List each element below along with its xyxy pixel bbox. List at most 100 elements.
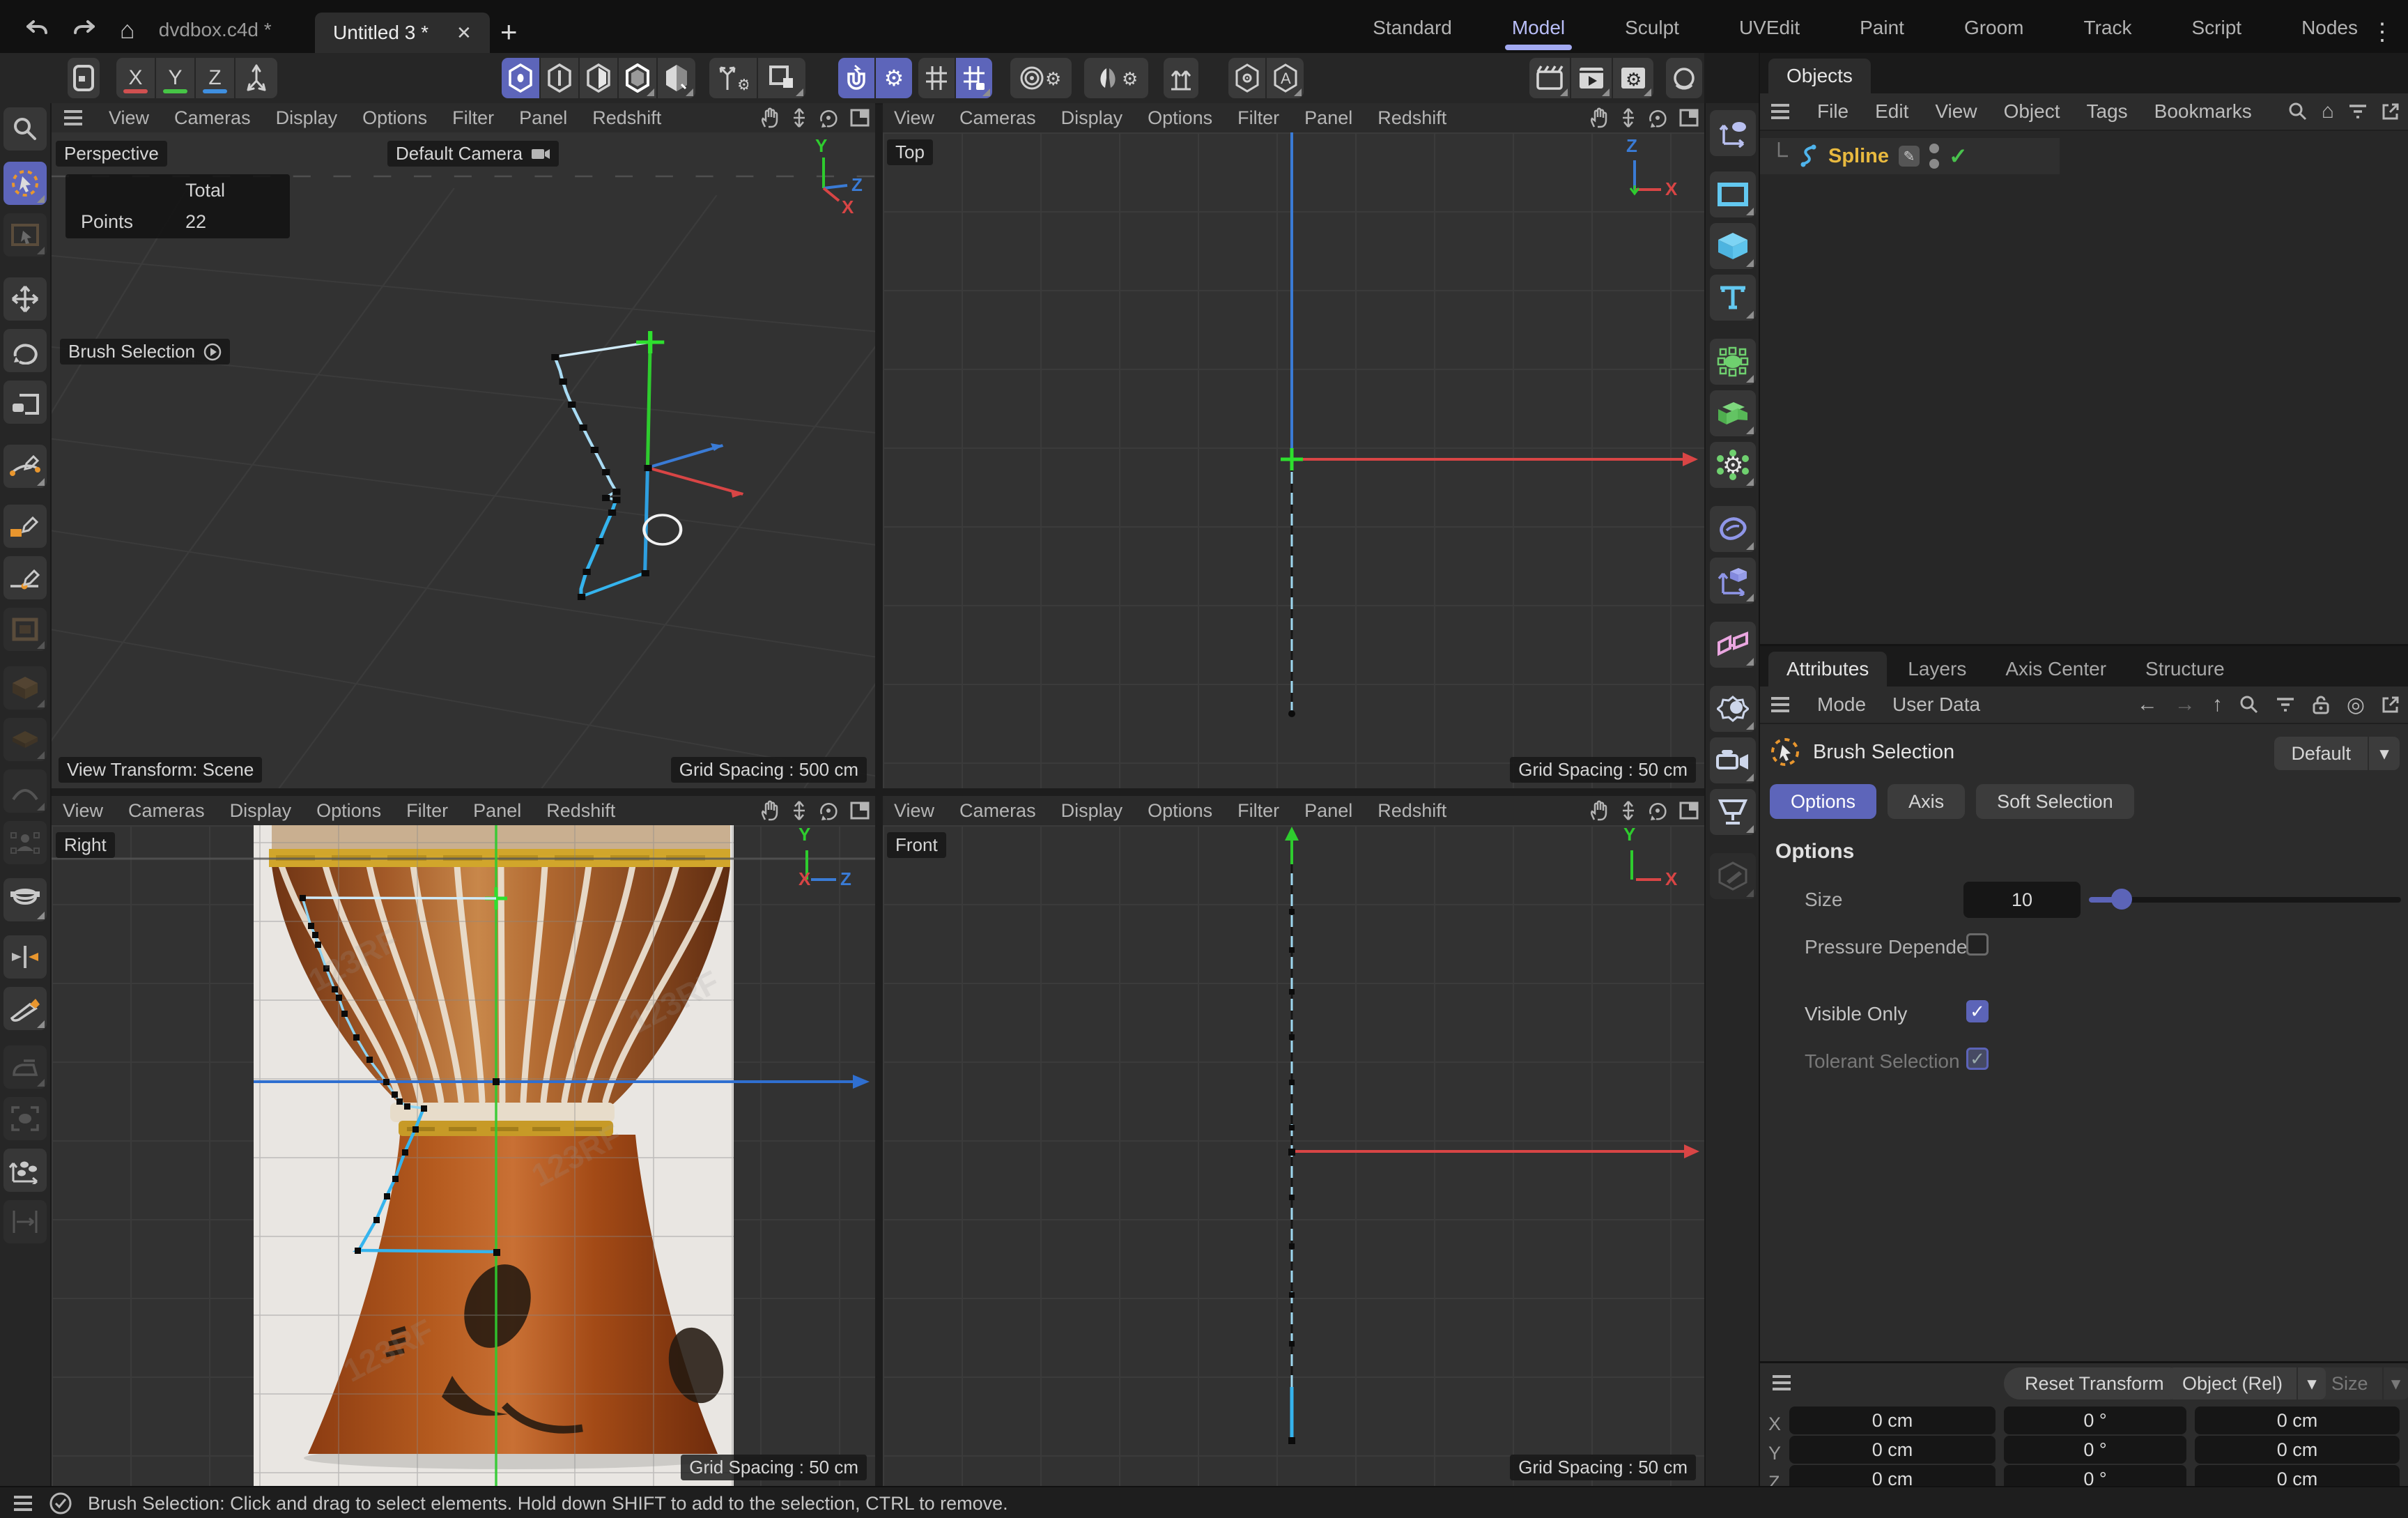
menu-filter[interactable]: Filter <box>1237 107 1279 129</box>
workspace-tab-sculpt[interactable]: Sculpt <box>1621 17 1683 39</box>
tab-layers[interactable]: Layers <box>1890 652 1984 687</box>
size-slider-track[interactable] <box>2089 897 2401 903</box>
workspace-tab-paint[interactable]: Paint <box>1855 17 1908 39</box>
reset-transform-button[interactable]: Reset Transform <box>2004 1367 2185 1400</box>
viewport-layout-button[interactable] <box>68 58 100 98</box>
menu-options[interactable]: Options <box>1148 800 1212 822</box>
orbit-icon[interactable] <box>1647 800 1668 821</box>
coord-y-position[interactable]: 0 cm <box>1789 1436 1996 1464</box>
tube-sweep-tool-button[interactable] <box>3 878 47 921</box>
menu-hamburger-icon[interactable] <box>1770 696 1791 713</box>
menu-filter[interactable]: Filter <box>406 800 448 822</box>
scale-tool-button[interactable] <box>3 381 47 424</box>
camera-object-button[interactable] <box>1710 737 1756 783</box>
coord-x-scale[interactable]: 0 cm <box>2195 1406 2400 1434</box>
field-object-button[interactable]: ⚙ <box>1710 442 1756 488</box>
menu-display[interactable]: Display <box>1061 800 1123 822</box>
workspace-tab-track[interactable]: Track <box>2080 17 2136 39</box>
size-mode-arrow[interactable]: ▾ <box>2382 1367 2408 1400</box>
find-tool-button[interactable] <box>3 107 47 151</box>
history-forward-icon[interactable]: → <box>2175 693 2195 716</box>
coord-y-scale[interactable]: 0 cm <box>2195 1436 2400 1464</box>
quantize-lock-button[interactable] <box>956 58 992 98</box>
status-menu-icon[interactable] <box>13 1495 33 1512</box>
primitive-plane-button[interactable] <box>3 718 47 761</box>
menu-view[interactable]: View <box>109 107 149 129</box>
edges-mode-button[interactable] <box>541 58 578 98</box>
preset-dropdown[interactable]: Default ▾ <box>2274 737 2400 770</box>
snap-settings-button[interactable]: ⚙ <box>876 58 912 98</box>
perspective-canvas[interactable]: Perspective Default Camera Total Points … <box>52 132 875 788</box>
symmetry-button[interactable]: ⚙ <box>1084 58 1148 98</box>
menu-panel[interactable]: Panel <box>1304 107 1352 129</box>
visible-only-checkbox[interactable]: ✓ <box>1966 1000 1989 1022</box>
texture-mode-button[interactable] <box>658 58 695 98</box>
rotate-tool-button[interactable] <box>3 329 47 372</box>
spline-smooth-tool-button[interactable] <box>3 556 47 599</box>
object-tree[interactable]: Spline ✎ ✓ <box>1760 131 2408 644</box>
orbit-icon[interactable] <box>1647 107 1668 128</box>
menu-redshift[interactable]: Redshift <box>1377 800 1446 822</box>
coord-x-rotation[interactable]: 0 ° <box>2004 1406 2186 1434</box>
modeling-settings-button[interactable]: ⚙ <box>1010 58 1072 98</box>
close-tab-icon[interactable]: ✕ <box>456 22 472 44</box>
quantize-button[interactable] <box>918 58 955 98</box>
home-button[interactable]: ⌂ <box>120 15 135 45</box>
objects-menu-file[interactable]: File <box>1817 100 1849 123</box>
tool-play-icon[interactable] <box>203 343 222 361</box>
home-filter-icon[interactable]: ⌂ <box>2322 100 2334 123</box>
menu-display[interactable]: Display <box>1061 107 1123 129</box>
size-input[interactable]: 10 <box>1963 882 2081 918</box>
subtab-soft-selection[interactable]: Soft Selection <box>1976 784 2134 819</box>
knife-tool-button[interactable] <box>3 987 47 1030</box>
stage-object-button[interactable] <box>1710 789 1756 835</box>
pan-hand-icon[interactable] <box>761 800 780 821</box>
primitive-cube-button[interactable] <box>3 666 47 710</box>
popout-icon[interactable] <box>2382 696 2400 714</box>
auto-axis-button[interactable]: A <box>1267 58 1304 98</box>
workspace-tab-model[interactable]: Model <box>1508 17 1569 39</box>
new-tab-button[interactable]: + <box>500 15 518 49</box>
popout-icon[interactable] <box>2382 102 2400 121</box>
extrude-mode-button[interactable] <box>1164 58 1198 98</box>
workspace-tab-script[interactable]: Script <box>2187 17 2246 39</box>
workspace-tab-nodes[interactable]: Nodes <box>2297 17 2362 39</box>
model-mode-button[interactable] <box>619 58 656 98</box>
lock-icon[interactable] <box>2312 694 2330 715</box>
polygons-mode-button[interactable] <box>580 58 617 98</box>
tweak-mode-button[interactable]: ⚙ <box>709 58 757 98</box>
parent-up-icon[interactable]: ↑ <box>2212 693 2223 716</box>
menu-cameras[interactable]: Cameras <box>128 800 205 822</box>
mirror-tool-button[interactable] <box>3 935 47 979</box>
render-view-button[interactable] <box>1529 58 1570 98</box>
menu-options[interactable]: Options <box>362 107 427 129</box>
menu-display[interactable]: Display <box>276 107 338 129</box>
filter-icon[interactable] <box>2276 696 2295 713</box>
brush-selection-tool-button[interactable] <box>3 162 47 205</box>
viewport-top[interactable]: View Cameras Display Options Filter Pane… <box>883 103 1704 788</box>
enabled-check-icon[interactable]: ✓ <box>1949 143 1968 169</box>
spline-pen-tool-button[interactable] <box>3 445 47 488</box>
pan-hand-icon[interactable] <box>1590 800 1610 821</box>
attributes-menu-user-data[interactable]: User Data <box>1892 693 1980 716</box>
coord-x-position[interactable]: 0 cm <box>1789 1406 1996 1434</box>
primitive-cube-menu-button[interactable] <box>1710 223 1756 269</box>
viewport-front[interactable]: View Cameras Display Options Filter Pane… <box>883 796 1704 1486</box>
redo-button[interactable] <box>72 19 96 41</box>
snap-toggle-button[interactable] <box>838 58 874 98</box>
objects-menu-edit[interactable]: Edit <box>1875 100 1908 123</box>
dolly-icon[interactable] <box>1621 107 1636 128</box>
right-canvas[interactable]: 123RF 123RF 123RF 123RF Right Y X Z Grid… <box>52 825 875 1486</box>
pan-hand-icon[interactable] <box>761 107 780 128</box>
axis-lock-z-button[interactable]: Z <box>196 58 234 98</box>
history-back-icon[interactable]: ← <box>2137 693 2158 716</box>
menu-hamburger-icon[interactable] <box>1770 103 1791 120</box>
options-section-header[interactable]: Options <box>1775 840 1854 864</box>
dolly-icon[interactable] <box>792 107 807 128</box>
deformer-button[interactable] <box>1710 506 1756 552</box>
maximize-view-icon[interactable] <box>1679 109 1699 127</box>
menu-redshift[interactable]: Redshift <box>546 800 615 822</box>
dolly-icon[interactable] <box>1621 800 1636 821</box>
file-tab-dvdbox[interactable]: dvdbox.c4d * <box>159 19 272 41</box>
sketch-tool-button[interactable] <box>3 505 47 548</box>
